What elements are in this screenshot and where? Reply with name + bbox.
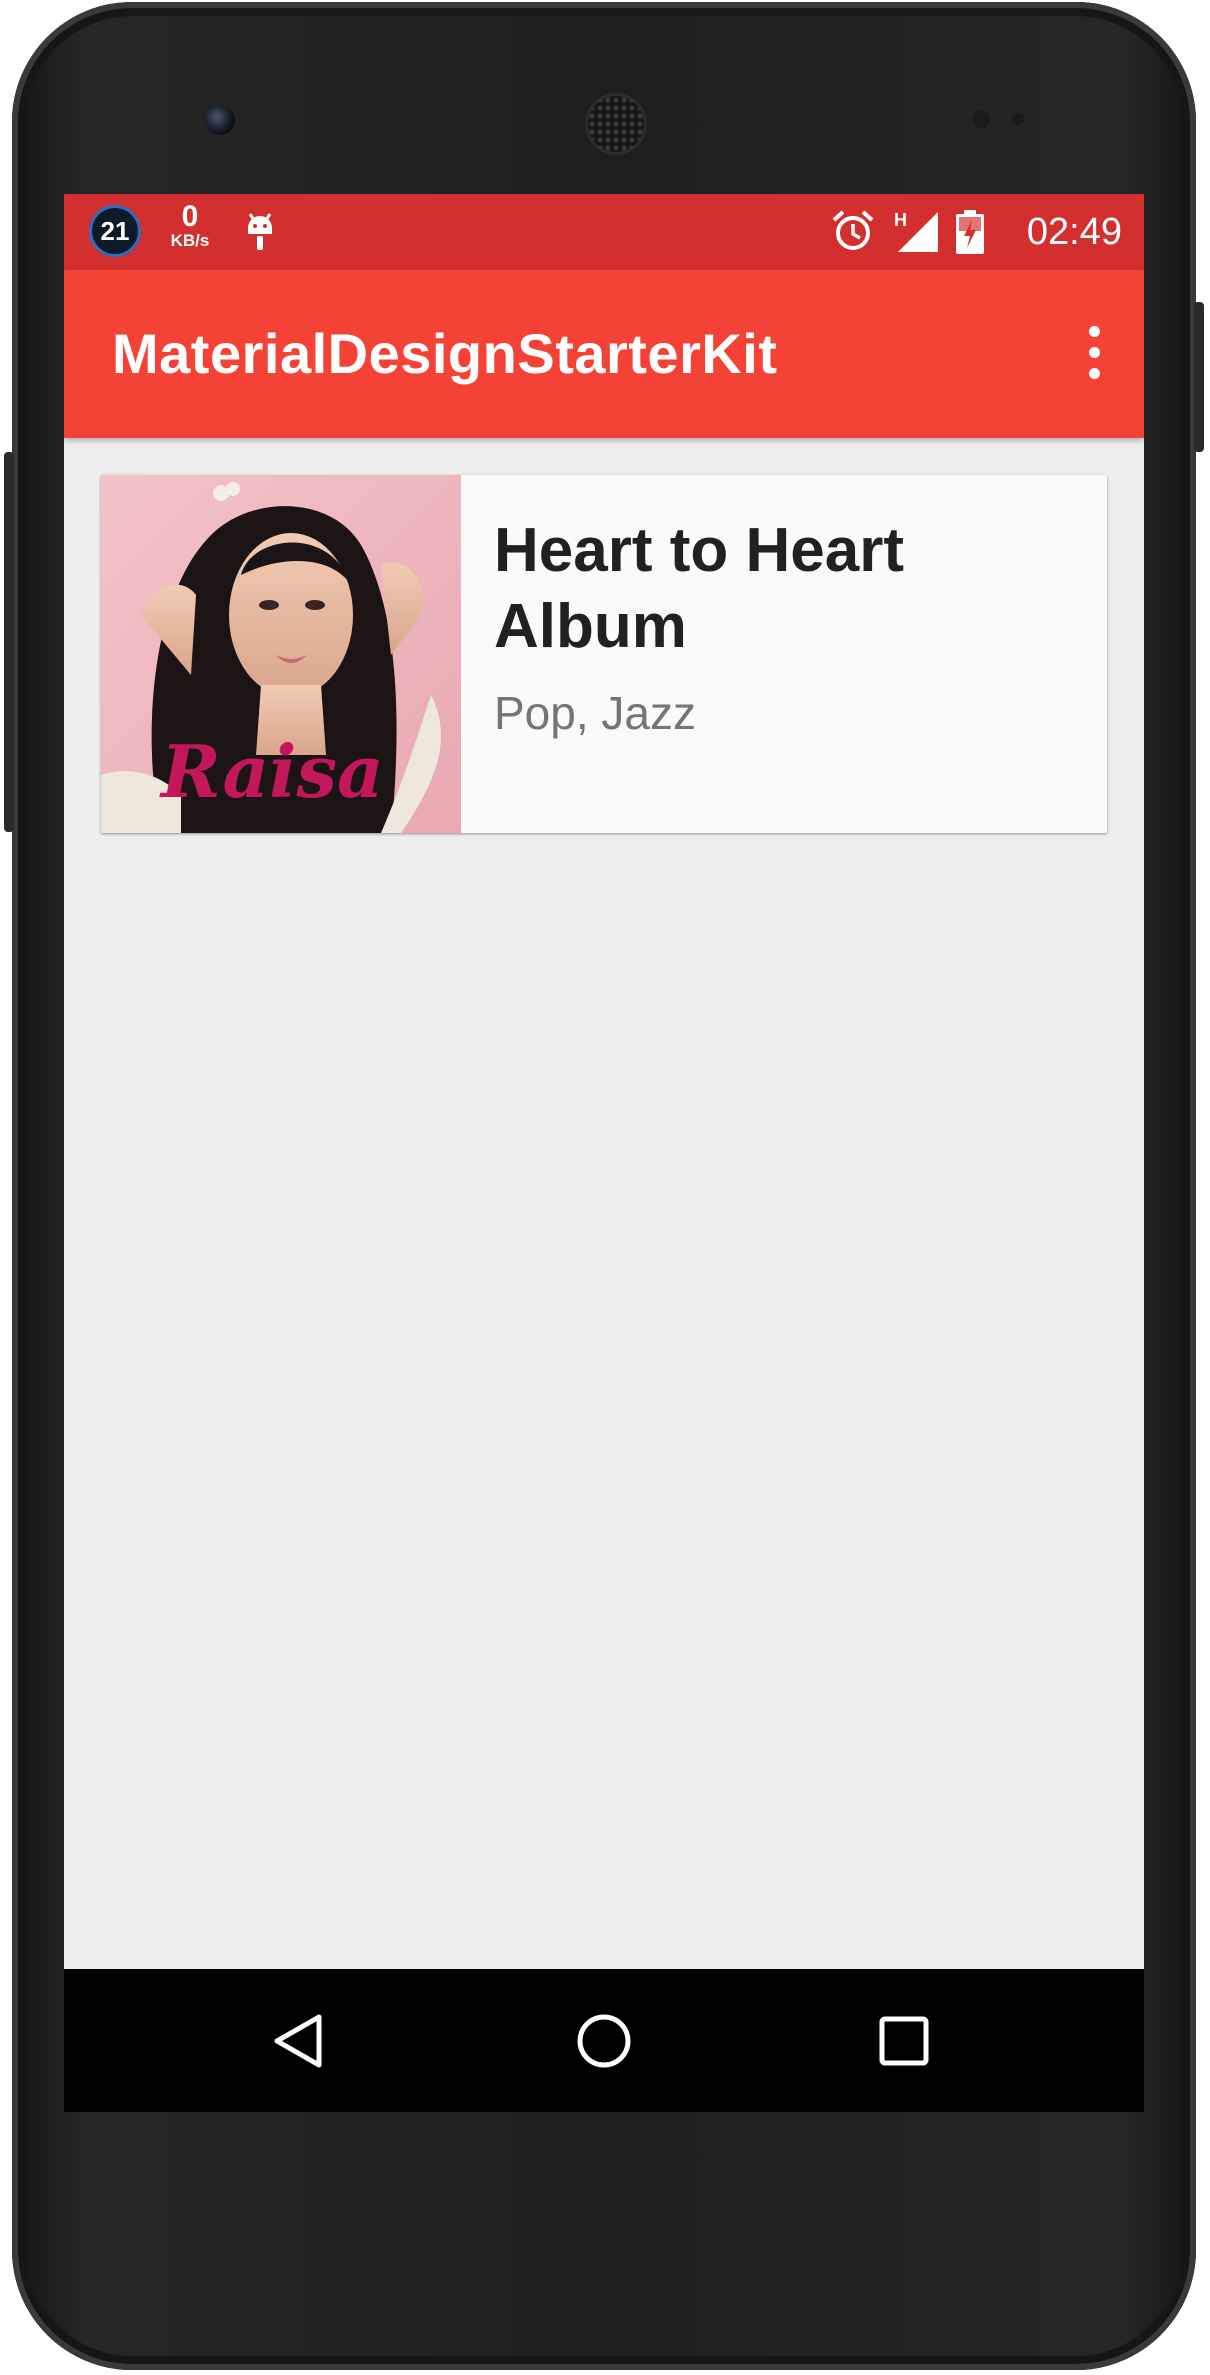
back-icon[interactable] [267, 2009, 331, 2073]
battery-charging-icon [956, 210, 984, 254]
app-toolbar: MaterialDesignStarterKit [64, 270, 1144, 438]
album-art-logo-text: Raisa [159, 729, 384, 814]
volume-button [4, 452, 14, 832]
navigation-bar [64, 1969, 1144, 2112]
app-title: MaterialDesignStarterKit [112, 322, 778, 385]
power-button [1194, 302, 1204, 452]
more-vert-icon[interactable] [1084, 326, 1104, 382]
notification-count-badge: 21 [92, 208, 138, 254]
proximity-sensor [972, 110, 990, 128]
overflow-dot [1089, 368, 1100, 379]
light-sensor [1012, 113, 1024, 125]
device-screen: 21 0 KB/s H 02:49 MaterialDesignStarterK… [64, 194, 1144, 2112]
status-clock: 02:49 [1026, 211, 1122, 253]
album-title: Heart to Heart Album [494, 516, 904, 661]
alarm-icon [832, 210, 874, 250]
network-type-label: H [894, 210, 907, 230]
network-speed-indicator: 0 KB/s [160, 202, 220, 250]
signal-icon: H [894, 210, 938, 252]
status-bar: 21 0 KB/s H 02:49 [64, 194, 1144, 270]
album-card-text: Heart to Heart Album Pop, Jazz [494, 513, 1074, 741]
earpiece-speaker [588, 96, 644, 152]
network-speed-value: 0 [181, 200, 199, 233]
content-list: Raisa Heart to Heart Album Pop, Jazz + [64, 438, 1144, 2112]
network-speed-unit: KB/s [170, 231, 210, 250]
album-art-image: Raisa [101, 475, 461, 833]
album-card[interactable]: Raisa Heart to Heart Album Pop, Jazz [101, 475, 1107, 833]
album-genre: Pop, Jazz [494, 687, 696, 739]
android-debug-icon [248, 213, 272, 250]
overflow-dot [1089, 326, 1100, 337]
home-icon[interactable] [572, 2009, 636, 2073]
overflow-dot [1089, 347, 1100, 358]
front-camera [205, 105, 235, 135]
recents-icon[interactable] [872, 2009, 936, 2073]
